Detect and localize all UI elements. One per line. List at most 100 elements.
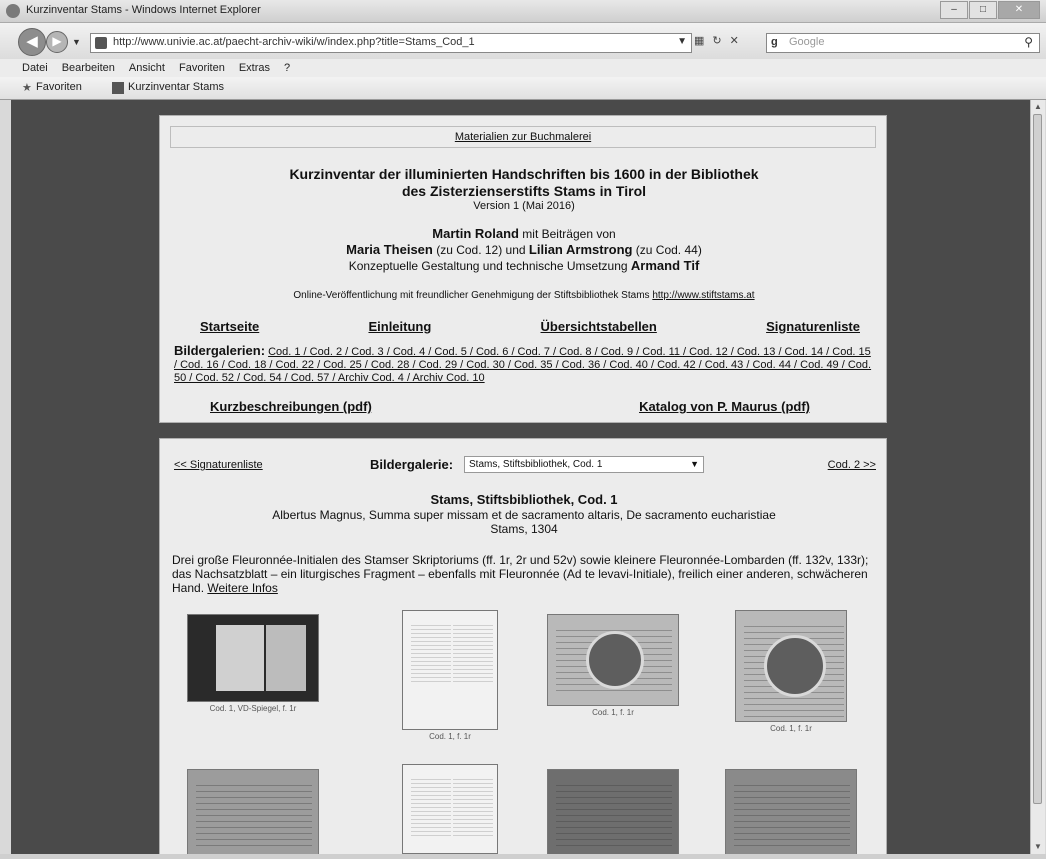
thumbnail-caption: Cod. 1, f. 1r [592,708,634,717]
maximize-button[interactable]: □ [969,1,997,19]
scrollbar-thumb[interactable] [1033,114,1042,804]
thumbnail-2[interactable]: Cod. 1, f. 1r [384,610,516,741]
compatibility-icon[interactable]: ▦ [694,34,704,47]
thumbnail-image[interactable] [402,610,498,730]
gallery-links: Bildergalerien: Cod. 1 / Cod. 2 / Cod. 3… [174,344,874,385]
thumbnail-6[interactable] [384,764,516,854]
thumbnail-5[interactable] [187,769,319,854]
address-bar[interactable]: http://www.univie.ac.at/paecht-archiv-wi… [90,33,692,53]
address-row: ◀ ▶ ▼ http://www.univie.ac.at/paecht-arc… [0,23,1046,59]
favorites-star-icon[interactable]: ★ [22,81,32,94]
thumbnail-image[interactable] [187,769,319,854]
gallery-label: Bildergalerie: [370,457,454,472]
refresh-icon[interactable]: ↻ [712,34,721,47]
thumbnail-image[interactable] [547,614,679,706]
work-line-1: Albertus Magnus, Summa super missam et d… [272,508,776,522]
title-line-2: des Zisterzienserstifts Stams in Tirol [401,183,647,199]
close-button[interactable]: ✕ [998,1,1040,19]
next-cod-link[interactable]: Cod. 2 >> [828,459,876,471]
chevron-down-icon[interactable]: ▼ [690,457,699,472]
contributor-2: Lilian Armstrong [528,242,633,257]
contributor-2-note: (zu Cod. 44) [632,243,702,257]
forward-button[interactable]: ▶ [46,31,68,53]
page-favicon-icon [95,37,107,49]
search-provider-icon: g [771,36,778,48]
online-text: Online-Veröffentlichung mit freundlicher… [293,290,653,301]
more-info-link[interactable]: Weitere Infos [207,581,277,595]
minimize-button[interactable]: – [940,1,968,19]
menu-edit[interactable]: Bearbeiten [62,62,115,74]
thumbnail-8[interactable] [725,769,857,854]
back-button[interactable]: ◀ [18,28,46,56]
description: Drei große Fleuronnée-Initialen des Stam… [172,553,878,595]
header-panel: Materialien zur Buchmalerei Kurzinventar… [159,115,887,423]
thumbnail-caption: Cod. 1, f. 1r [770,724,812,733]
katalog-pdf-link[interactable]: Katalog von P. Maurus (pdf) [639,399,810,414]
scroll-down-icon[interactable]: ▼ [1034,842,1042,851]
materials-box: Materialien zur Buchmalerei [170,126,876,148]
menu-help[interactable]: ? [284,62,290,74]
browser-titlebar: Kurzinventar Stams - Windows Internet Ex… [0,0,1046,23]
gallery-panel: << Signaturenliste Bildergalerie: Stams,… [159,438,887,854]
search-icon[interactable]: ⚲ [1024,35,1033,49]
window-controls: – □ ✕ [940,1,1040,19]
authors-block: Martin Roland mit Beiträgen von Maria Th… [160,226,888,274]
gallery-link-list[interactable]: Cod. 1 / Cod. 2 / Cod. 3 / Cod. 4 / Cod.… [174,346,871,384]
vertical-scrollbar[interactable]: ▲ ▼ [1030,100,1045,854]
thumbnail-image[interactable] [547,769,679,854]
menu-view[interactable]: Ansicht [129,62,165,74]
nav-einleitung[interactable]: Einleitung [368,319,431,334]
nav-uebersichtstabellen[interactable]: Übersichtstabellen [541,319,657,334]
thumbnail-grid: Cod. 1, VD-Spiegel, f. 1r Cod. 1, f. 1r … [160,610,888,854]
thumbnail-1[interactable]: Cod. 1, VD-Spiegel, f. 1r [187,614,319,713]
thumbnail-4[interactable]: Cod. 1, f. 1r [725,610,857,733]
thumbnail-image[interactable] [725,769,857,854]
gallery-select[interactable]: Stams, Stiftsbibliothek, Cod. 1 ▼ [464,456,704,473]
kurzbeschreibungen-pdf-link[interactable]: Kurzbeschreibungen (pdf) [210,399,372,414]
status-bar [0,854,1046,859]
nav-signaturenliste[interactable]: Signaturenliste [766,319,860,334]
author-main-suffix: mit Beiträgen von [518,227,616,241]
scroll-up-icon[interactable]: ▲ [1034,102,1042,111]
main-navigation: Startseite Einleitung Übersichtstabellen… [200,319,860,334]
ie-logo-icon [6,4,20,18]
prev-signaturenliste-link[interactable]: << Signaturenliste [174,459,263,471]
search-box[interactable]: g Google ⚲ [766,33,1040,53]
menu-favorites[interactable]: Favoriten [179,62,225,74]
concept-name: Armand Tif [630,258,700,273]
version-label: Version 1 (Mai 2016) [473,200,575,212]
work-line-2: Stams, 1304 [490,522,558,536]
thumbnail-3[interactable]: Cod. 1, f. 1r [547,614,679,717]
address-dropdown-icon[interactable]: ▼ [677,36,687,47]
title-line-1: Kurzinventar der illuminierten Handschri… [289,166,759,182]
thumbnail-7[interactable] [547,769,679,854]
tab-kurzinventar[interactable]: Kurzinventar Stams [128,81,224,93]
thumbnail-image[interactable] [402,764,498,854]
gallery-header: << Signaturenliste Bildergalerie: Stams,… [172,456,878,476]
page-viewport: Materialien zur Buchmalerei Kurzinventar… [11,100,1030,854]
menu-file[interactable]: Datei [22,62,48,74]
thumbnail-image[interactable] [187,614,319,702]
pdf-navigation: Kurzbeschreibungen (pdf) Katalog von P. … [210,399,810,414]
menu-bar: Datei Bearbeiten Ansicht Favoriten Extra… [0,59,1046,77]
address-url[interactable]: http://www.univie.ac.at/paecht-archiv-wi… [113,36,475,48]
thumbnail-caption: Cod. 1, f. 1r [429,732,471,741]
contributor-1: Maria Theisen [346,242,433,257]
search-placeholder[interactable]: Google [789,36,824,48]
window-title: Kurzinventar Stams - Windows Internet Ex… [26,4,261,16]
shelfmark-heading: Stams, Stiftsbibliothek, Cod. 1 [430,492,618,507]
favorites-button[interactable]: Favoriten [36,81,82,93]
work-title: Albertus Magnus, Summa super missam et d… [210,508,838,536]
materials-link[interactable]: Materialien zur Buchmalerei [455,131,591,143]
gallery-select-value[interactable]: Stams, Stiftsbibliothek, Cod. 1 [469,459,602,470]
thumbnail-image[interactable] [735,610,847,722]
favorites-bar: ★ Favoriten Kurzinventar Stams [0,77,1046,100]
history-dropdown-icon[interactable]: ▼ [72,37,81,47]
tab-favicon-icon [112,82,124,94]
menu-tools[interactable]: Extras [239,62,270,74]
nav-startseite[interactable]: Startseite [200,319,259,334]
stop-icon[interactable]: ✕ [730,34,739,47]
concept-prefix: Konzeptuelle Gestaltung und technische U… [348,259,631,273]
stiftstams-link[interactable]: http://www.stiftstams.at [652,290,754,301]
address-tools: ▦ ↻ ✕ [694,34,739,47]
